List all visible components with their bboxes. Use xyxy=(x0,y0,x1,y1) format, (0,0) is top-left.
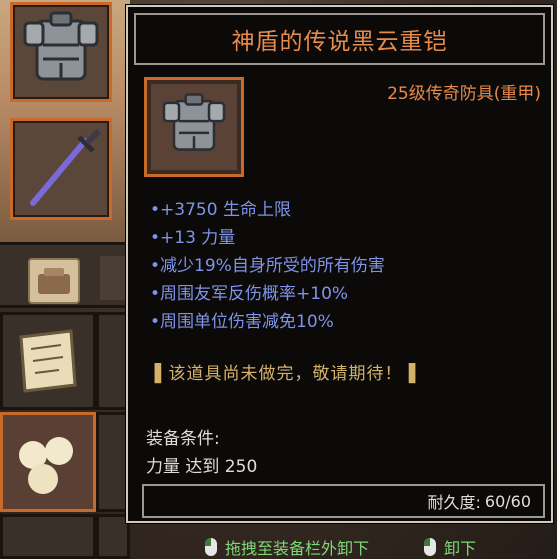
inventory-slot[interactable] xyxy=(96,412,130,512)
hint-drag-unequip: 拖拽至装备栏外卸下 xyxy=(205,535,369,559)
requirement-value: 力量 达到 250 xyxy=(146,457,258,477)
hint-unequip-label: 卸下 xyxy=(444,539,477,558)
durability-value: 60/60 xyxy=(484,491,531,511)
item-portrait xyxy=(144,77,244,177)
durability-box: 耐久度: 60/60 xyxy=(142,484,545,518)
hint-unequip: 卸下 xyxy=(424,535,476,559)
mouse-icon xyxy=(205,538,217,556)
sword-icon xyxy=(30,128,102,206)
equipped-armor-slot[interactable] xyxy=(10,2,112,102)
item-stat: •+3750 生命上限 xyxy=(150,200,291,220)
item-stat: •周围单位伤害减免10% xyxy=(150,312,334,332)
hint-drag-label: 拖拽至装备栏外卸下 xyxy=(225,539,370,558)
inventory-slot[interactable] xyxy=(0,312,96,410)
item-stat: •减少19%自身所受的所有伤害 xyxy=(150,256,385,276)
inventory-tab-button[interactable] xyxy=(28,258,80,304)
mouse-icon xyxy=(424,538,436,556)
durability-label: 耐久度: xyxy=(427,493,481,512)
item-rarity: 25级传奇防具(重甲) xyxy=(387,84,541,104)
inventory-slot[interactable] xyxy=(96,514,130,559)
inventory-slot[interactable] xyxy=(96,312,130,410)
scroll-icon xyxy=(19,329,77,393)
equipped-weapon-slot[interactable] xyxy=(10,118,112,220)
inventory-slot[interactable] xyxy=(0,412,96,512)
item-stat: •周围友军反伤概率+10% xyxy=(150,284,349,304)
bag-icon xyxy=(38,268,70,294)
item-stat: •+13 力量 xyxy=(150,228,236,248)
armor-icon xyxy=(23,11,99,81)
wip-note: ▐ 该道具尚未做完，敬请期待！ ▌ xyxy=(148,364,423,384)
item-title: 神盾的传说黑云重铠 xyxy=(134,13,545,65)
inventory-slot[interactable] xyxy=(0,514,96,559)
cotton-icon xyxy=(19,437,73,494)
requirement-header: 装备条件: xyxy=(146,429,220,449)
armor-icon xyxy=(162,93,226,151)
item-tooltip: 神盾的传说黑云重铠 25级传奇防具(重甲) •+3750 生命上限 •+13 力… xyxy=(125,4,554,524)
